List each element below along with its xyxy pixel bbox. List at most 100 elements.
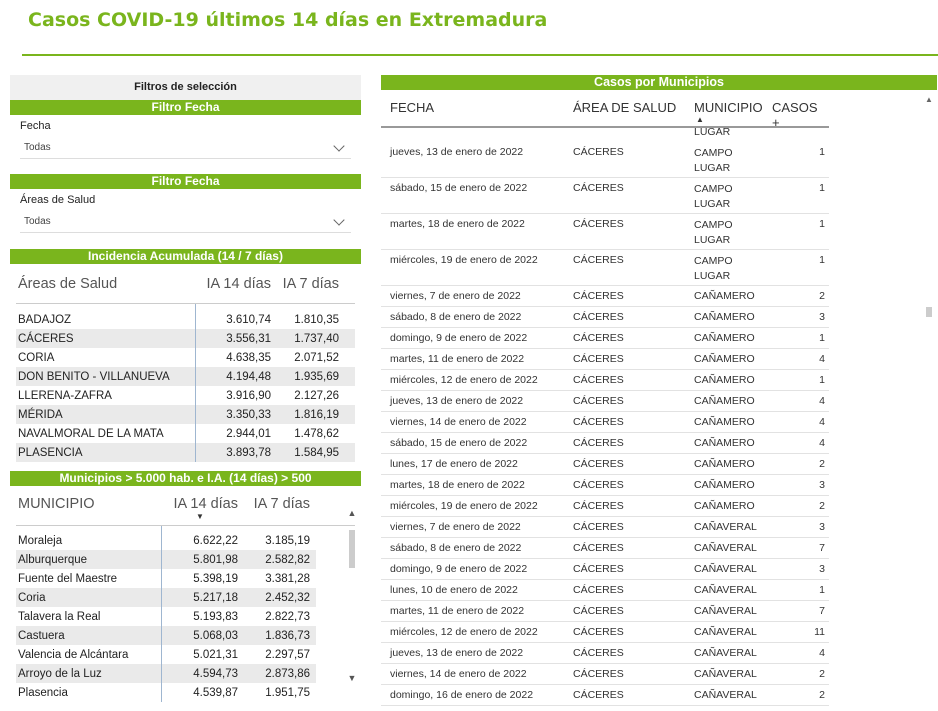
chevron-down-icon[interactable] (333, 213, 345, 226)
col-header-municipio[interactable]: MUNICIPIO (16, 496, 162, 525)
table-row[interactable]: martes, 18 de enero de 2022 CÁCERES CAMPO … (381, 214, 937, 250)
table-row[interactable]: domingo, 16 de enero de 2022 CÁCERES CAÑAV… (381, 685, 937, 706)
col-header-ia7[interactable]: IA 7 días (271, 276, 339, 292)
area-cell: CÁCERES (568, 349, 689, 370)
table-row[interactable]: viernes, 14 de enero de 2022 CÁCERES CAÑAV… (381, 664, 937, 685)
table-row[interactable]: miércoles, 12 de enero de 2022 CÁCERES CAÑ… (381, 622, 937, 643)
col-header-area[interactable]: Áreas de Salud (16, 264, 196, 303)
col-header-casos[interactable]: CASOS + (767, 100, 829, 130)
table-row[interactable]: sábado, 8 de enero de 2022 CÁCERES CAÑAMER… (381, 307, 937, 328)
table-row[interactable]: Plasencia 4.539,87 1.951,75 (16, 683, 316, 702)
table-row[interactable]: sábado, 15 de enero de 2022 CÁCERES CAÑAME… (381, 433, 937, 454)
scroll-down-icon[interactable]: ▼ (347, 673, 357, 683)
table-row[interactable]: LLERENA-ZAFRA 3.916,90 2.127,26 (16, 386, 355, 405)
table-row[interactable]: MÉRIDA 3.350,33 1.816,19 (16, 405, 355, 424)
scrollbar-thumb[interactable] (926, 307, 932, 317)
casos-cell: 4 (767, 412, 829, 433)
table-row[interactable]: domingo, 9 de enero de 2022 CÁCERES CAÑAVE… (381, 559, 937, 580)
sort-desc-icon: ▼ (196, 512, 204, 521)
casos-cell: 4 (767, 643, 829, 664)
fecha-cell: martes, 18 de enero de 2022 (381, 214, 568, 250)
casos-cell: 2 (767, 454, 829, 475)
table-row[interactable]: viernes, 7 de enero de 2022 CÁCERES CAÑAME… (381, 286, 937, 307)
chevron-down-icon[interactable] (333, 139, 345, 152)
casos-cell: 3 (767, 559, 829, 580)
table-row[interactable]: Fuente del Maestre 5.398,19 3.381,28 (16, 569, 316, 588)
table-row[interactable]: CÁCERES 3.556,31 1.737,40 (16, 329, 355, 348)
casos-cell: 2 (767, 496, 829, 517)
date-filter-dropdown[interactable]: Todas (20, 137, 351, 159)
casos-cell: 4 (767, 349, 829, 370)
table-row[interactable]: Moraleja 6.622,22 3.185,19 (16, 531, 316, 550)
col-header-ia14[interactable]: IA 14 días ▼ (162, 496, 239, 521)
table-row[interactable]: martes, 11 de enero de 2022 CÁCERES CAÑAVE… (381, 601, 937, 622)
area-cell: CÁCERES (568, 622, 689, 643)
area-cell: CÁCERES (568, 328, 689, 349)
table-row[interactable]: miércoles, 19 de enero de 2022 CÁCERES CAM… (381, 250, 937, 286)
fecha-cell: miércoles, 12 de enero de 2022 (381, 370, 568, 391)
table-row[interactable]: lunes, 17 de enero de 2022 CÁCERES CAÑAMER… (381, 454, 937, 475)
table-row[interactable]: Castuera 5.068,03 1.836,73 (16, 626, 316, 645)
table-row[interactable]: jueves, 13 de enero de 2022 CÁCERES CAÑAVE… (381, 643, 937, 664)
municipio-cell: CAMPO LUGAR (689, 178, 767, 214)
ia14-cell: 4.638,35 (226, 351, 271, 364)
municipio-cell: CAÑAVERAL (689, 559, 767, 580)
table-row[interactable]: jueves, 13 de enero de 2022 CÁCERES CAMPO … (381, 142, 937, 178)
municipio-cell: Valencia de Alcántara (16, 645, 162, 664)
table-row[interactable]: DON BENITO - VILLANUEVA 4.194,48 1.935,69 (16, 367, 355, 386)
table-row[interactable]: Coria 5.217,18 2.452,32 (16, 588, 316, 607)
table-row[interactable]: jueves, 13 de enero de 2022 CÁCERES CAÑAME… (381, 391, 937, 412)
col-header-ia14[interactable]: IA 14 días (196, 276, 272, 292)
ia7-cell: 1.478,62 (294, 427, 339, 440)
fecha-cell: martes, 11 de enero de 2022 (381, 349, 568, 370)
cases-scrollbar[interactable]: ▲ (925, 95, 933, 707)
table-row[interactable]: sábado, 15 de enero de 2022 CÁCERES CAMPO … (381, 178, 937, 214)
municipio-cell: Castuera (16, 626, 162, 645)
municipios-scrollbar[interactable]: ▲ ▼ (347, 508, 357, 688)
municipio-cell: Alburquerque (16, 550, 162, 569)
area-filter-dropdown[interactable]: Todas (20, 211, 351, 233)
ia7-cell: 2.582,82 (265, 553, 310, 566)
scroll-up-icon[interactable]: ▲ (347, 508, 357, 518)
table-row[interactable]: CORIA 4.638,35 2.071,52 (16, 348, 355, 367)
casos-cell: 1 (767, 328, 829, 349)
table-row[interactable]: Arroyo de la Luz 4.594,73 2.873,86 (16, 664, 316, 683)
table-row[interactable]: miércoles, 12 de enero de 2022 CÁCERES CAÑ… (381, 370, 937, 391)
col-header-area[interactable]: ÁREA DE SALUD (568, 100, 689, 128)
ia7-cell: 2.822,73 (265, 610, 310, 623)
table-row[interactable]: Talavera la Real 5.193,83 2.822,73 (16, 607, 316, 626)
scroll-up-icon[interactable]: ▲ (925, 95, 933, 104)
casos-cell: 4 (767, 433, 829, 454)
table-row[interactable]: sábado, 8 de enero de 2022 CÁCERES CAÑAVER… (381, 538, 937, 559)
municipio-cell: CAÑAVERAL (689, 643, 767, 664)
table-row[interactable]: viernes, 14 de enero de 2022 CÁCERES CAÑAM… (381, 412, 937, 433)
table-row[interactable]: martes, 11 de enero de 2022 CÁCERES CAÑAME… (381, 349, 937, 370)
ia14-cell: 6.622,22 (193, 534, 238, 547)
col-header-municipio[interactable]: MUNICIPIO ▲ (689, 100, 767, 128)
casos-cell: 2 (767, 664, 829, 685)
fecha-cell: lunes, 17 de enero de 2022 (381, 454, 568, 475)
table-row[interactable]: martes, 18 de enero de 2022 CÁCERES CAÑAME… (381, 475, 937, 496)
table-row[interactable]: PLASENCIA 3.893,78 1.584,95 (16, 443, 355, 462)
ia14-cell: 4.194,48 (226, 370, 271, 383)
fecha-cell: miércoles, 19 de enero de 2022 (381, 250, 568, 286)
table-row[interactable]: Alburquerque 5.801,98 2.582,82 (16, 550, 316, 569)
table-row[interactable]: miércoles, 19 de enero de 2022 CÁCERES CAÑ… (381, 496, 937, 517)
ia7-cell: 2.452,32 (265, 591, 310, 604)
scrollbar-thumb[interactable] (349, 530, 355, 568)
table-row[interactable]: viernes, 7 de enero de 2022 CÁCERES CAÑAVE… (381, 517, 937, 538)
municipio-cell: CAÑAMERO (689, 328, 767, 349)
table-row[interactable]: lunes, 10 de enero de 2022 CÁCERES CAÑAVER… (381, 580, 937, 601)
table-row[interactable]: NAVALMORAL DE LA MATA 2.944,01 1.478,62 (16, 424, 355, 443)
incidence-header: Áreas de Salud IA 14 días IA 7 días (16, 264, 355, 304)
casos-cell: 11 (767, 622, 829, 643)
table-row[interactable]: BADAJOZ 3.610,74 1.810,35 (16, 310, 355, 329)
left-panel: Filtros de selección Filtro Fecha Fecha … (10, 75, 361, 711)
cases-panel: Casos por Municipios FECHA ÁREA DE SALUD… (381, 75, 937, 711)
table-row[interactable]: domingo, 9 de enero de 2022 CÁCERES CAÑAME… (381, 328, 937, 349)
table-row[interactable]: Valencia de Alcántara 5.021,31 2.297,57 (16, 645, 316, 664)
col-header-fecha[interactable]: FECHA (381, 100, 568, 128)
col-header-ia7[interactable]: IA 7 días (238, 496, 310, 512)
area-cell: CÁCERES (568, 643, 689, 664)
ia7-cell: 3.185,19 (265, 534, 310, 547)
